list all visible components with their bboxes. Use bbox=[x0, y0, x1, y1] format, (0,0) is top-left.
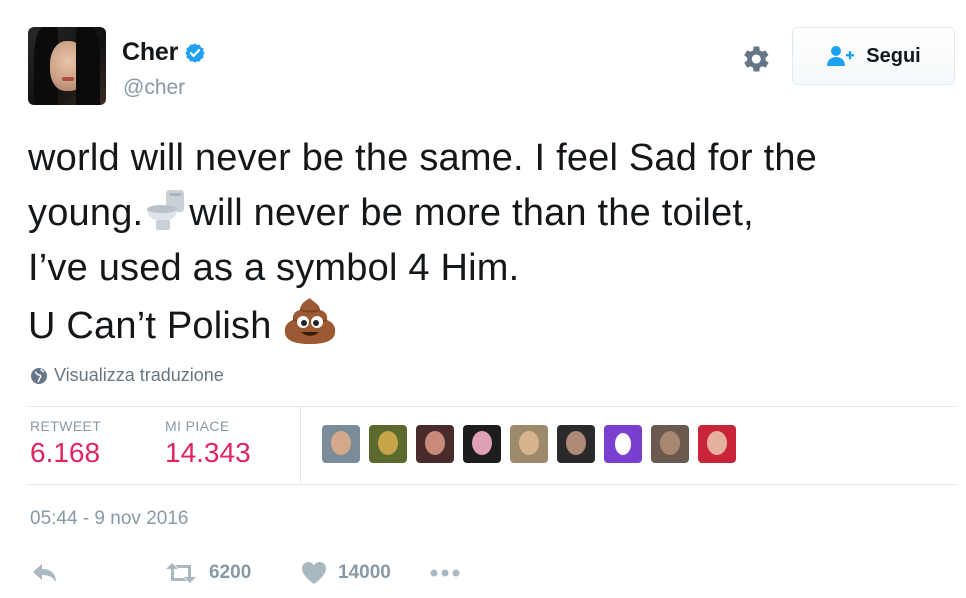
author-name-row[interactable]: Cher bbox=[122, 38, 206, 67]
liker-avatar[interactable] bbox=[463, 425, 501, 463]
more-icon bbox=[430, 569, 460, 577]
retweet-stat-value: 6.168 bbox=[30, 437, 101, 468]
timestamp[interactable]: 05:44 - 9 nov 2016 bbox=[30, 508, 188, 530]
likers-avatars bbox=[322, 425, 736, 463]
tweet-line-2b: will never be more than the toilet, bbox=[189, 192, 754, 234]
globe-icon bbox=[31, 367, 47, 384]
liker-avatar[interactable] bbox=[510, 425, 548, 463]
more-button[interactable] bbox=[428, 560, 462, 586]
divider-top bbox=[28, 406, 956, 407]
liker-avatar[interactable] bbox=[698, 425, 736, 463]
stats-divider bbox=[300, 406, 301, 484]
liker-avatar[interactable] bbox=[604, 425, 642, 463]
tweet-line-3: I’ve used as a symbol 4 Him. bbox=[28, 247, 520, 289]
display-name[interactable]: Cher bbox=[122, 38, 178, 67]
retweet-stat[interactable]: RETWEET 6.168 bbox=[30, 418, 101, 469]
tweet-text: world will never be the same. I feel Sad… bbox=[28, 131, 948, 354]
divider-bottom bbox=[28, 484, 956, 485]
like-stat[interactable]: MI PIACE 14.343 bbox=[165, 418, 251, 469]
liker-avatar[interactable] bbox=[651, 425, 689, 463]
toilet-emoji bbox=[147, 190, 185, 230]
gear-icon[interactable] bbox=[738, 42, 772, 76]
avatar[interactable] bbox=[28, 27, 106, 105]
retweet-icon bbox=[166, 563, 196, 583]
like-stat-label: MI PIACE bbox=[165, 418, 230, 434]
translate-label: Visualizza traduzione bbox=[54, 365, 224, 385]
tweet-card: Cher @cher Segui world will never be the… bbox=[0, 0, 966, 598]
liker-avatar[interactable] bbox=[557, 425, 595, 463]
heart-icon bbox=[302, 562, 326, 584]
tweet-line-4a: U Can’t Polish bbox=[28, 305, 272, 347]
follow-person-icon bbox=[827, 46, 855, 66]
like-button[interactable]: 14000 bbox=[300, 560, 391, 586]
like-stat-value: 14.343 bbox=[165, 437, 251, 468]
retweet-stat-label: RETWEET bbox=[30, 418, 102, 434]
tweet-line-1: world will never be the same. I feel Sad… bbox=[28, 137, 817, 179]
translate-link[interactable]: Visualizza traduzione bbox=[30, 365, 224, 386]
liker-avatar[interactable] bbox=[322, 425, 360, 463]
reply-icon bbox=[33, 564, 56, 582]
liker-avatar[interactable] bbox=[416, 425, 454, 463]
like-count: 14000 bbox=[338, 562, 391, 583]
tweet-line-2: young. will never be more than the toilet… bbox=[28, 186, 948, 241]
verified-badge-icon bbox=[185, 42, 205, 63]
retweet-button[interactable]: 6200 bbox=[163, 560, 251, 586]
pile-of-poo-emoji bbox=[285, 298, 336, 344]
liker-avatar[interactable] bbox=[369, 425, 407, 463]
retweet-count: 6200 bbox=[209, 562, 252, 583]
follow-button[interactable]: Segui bbox=[792, 27, 955, 85]
reply-button[interactable] bbox=[30, 560, 60, 586]
tweet-line-4: U Can’t Polish bbox=[28, 296, 948, 354]
follow-button-label: Segui bbox=[866, 44, 921, 67]
handle[interactable]: @cher bbox=[123, 76, 185, 100]
tweet-line-2a: young. bbox=[28, 192, 144, 234]
